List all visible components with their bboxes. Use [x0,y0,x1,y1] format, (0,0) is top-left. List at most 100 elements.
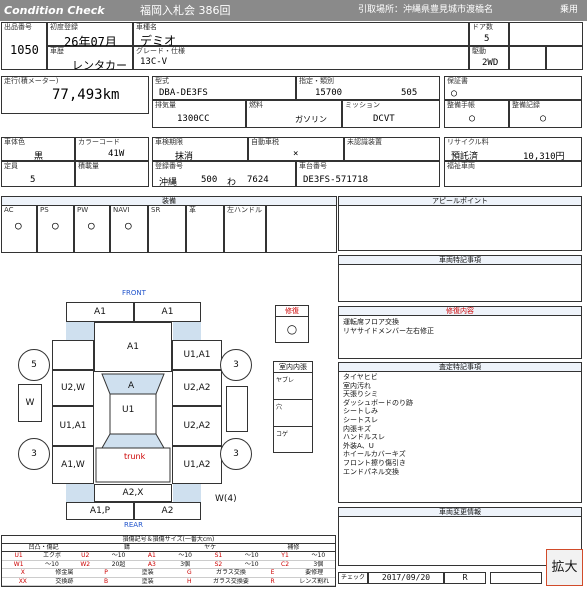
model-box: 型式 DBA-DE3FS [152,76,296,100]
equipment-ac-cell: AC ○ [1,205,37,253]
equipment-ps-cell: PS ○ [37,205,74,253]
legend-col: 補修 [287,544,300,551]
equipment-name: PW [77,206,89,214]
right-rear-fender: U1,A2 [172,446,222,484]
equipment-name: SR [151,206,161,214]
warranty-box: 保証書 ○ [444,76,582,100]
special-title: 車両特記事項 [338,255,582,264]
change-title: 車両変更情報 [338,507,582,516]
capacity-box: 定員 5 [1,161,75,187]
blank-box-3 [546,46,583,70]
assessment-box: タイヤヒビ 室内汚れ 天張りシミ ダッシュボードのり跡 シートしみ シートスレ … [338,371,582,503]
fuel-box: 燃料 ガソリン [246,100,342,128]
transmission-box: ミッション DCVT [342,100,440,128]
equipment-左ハンドル-cell: 左ハンドル [224,205,266,253]
plate-number: 7624 [247,175,269,185]
interior-tear: ヤブレ [274,373,312,400]
legend-col: ヤケ [204,544,217,551]
legend-cell: 3個 [313,560,324,568]
right-front-fender: U1,A1 [172,340,222,370]
legend-cell: 〜10 [311,552,326,559]
legend-cell: A3 [147,560,156,568]
front-bumper-right: A1 [134,302,201,322]
title-bar: Condition Check 福岡入札会 386回 引取場所：沖縄県豊見城市渡… [0,0,587,21]
right-side-box [226,386,248,432]
repair-text: 運転席フロア交換 リヤサイドメンバー左右修正 [343,318,434,335]
legend-cell: XX [18,577,27,585]
legend-row: X 修金属 P 塗装 G ガラス交換 E 要修理 [2,569,335,578]
interior-burn: コゲ [276,431,289,438]
spare-tire-count: (4) [223,494,237,504]
equipment-pw-cell: PW ○ [74,205,110,253]
check-label: チェック [338,572,368,584]
maintenance-book-box: 整備手帳 ○ [444,100,509,128]
mileage: 77,493km [52,87,120,103]
special-box [338,264,582,302]
spare-tire: W(4) [215,489,249,511]
warranty-mark: ○ [451,88,458,99]
left-mirror-box: W [18,384,42,422]
blank-box-1 [509,22,583,46]
legend-cell: 修金属 [55,569,74,576]
rear-panel: A2,X [94,484,172,502]
drive-box: 駆動 2WD [469,46,509,70]
recycle-box: リサイクル料 預託済 10,310円 [444,137,582,162]
legend-cell: U2 [81,552,90,559]
usage-type: レンタカー [72,59,127,72]
legend-cell: 20超 [111,560,126,568]
interior-label: 室内内張 [274,362,312,373]
repair-mark-box: 修復 ○ [275,305,309,343]
designation-number: 15700 [315,88,343,98]
pickup-location: 引取場所：沖縄県豊見城市渡橋名 [358,5,494,15]
welfare-box: 福祉車両 [444,161,582,187]
car-name-box: 車種名 デミオ [133,22,469,48]
legend-cell: 〜10 [244,560,259,568]
zoom-button[interactable]: 拡大 [546,549,583,586]
legend-cell: 要修理 [305,569,324,576]
tire-rear-left: 3 [18,438,50,470]
tire-front-right: 3 [220,349,252,381]
legend-cell: U1 [14,552,23,559]
legend-cell: 3個 [180,560,191,568]
legend-cell: レンズ割れ [299,577,330,585]
legend-cell: 〜10 [178,552,192,559]
mileage-box: 走行(積メーター) 77,493km [1,76,149,114]
legend-cell: X [20,569,25,576]
lot-number: 1050 [10,43,39,57]
legend-cell: ガラス交換 [215,569,246,576]
front-label: FRONT [122,289,146,297]
legend-cell: エクボ [42,552,61,559]
blank-box-2 [509,46,546,70]
legend-cell: 〜10 [111,552,126,559]
legend-cell: A1 [147,552,156,559]
equipment-title: 装備 [1,196,337,205]
equipment-name: NAVI [113,206,130,214]
plate-class: 500 [201,175,218,185]
legend-header: 凹凸・傷記 錆 ヤケ 補修 [2,544,335,552]
repair-box: 運転席フロア交換 リヤサイドメンバー左右修正 [338,315,582,359]
check-blank [490,572,542,584]
trunk-label: trunk [124,452,146,461]
vehicle-category: 乗用 [560,5,579,15]
plate-area: 沖縄 [159,178,178,188]
legend-cell: B [104,577,109,585]
repair-mark: ○ [286,322,298,336]
legend-col: 錆 [123,544,130,551]
auction-title: 福岡入札会 386回 [140,4,231,17]
chassis-box: 車台番号 DE3FS-571718 [296,161,440,187]
legend-cell: W2 [80,560,91,568]
legend-cell: ガラス交換要す [212,577,249,585]
check-date: 2017/09/20 [368,572,444,584]
color-code-box: カラーコード 41W [75,137,149,161]
equipment-blank-cell [266,205,337,253]
brand-title: Condition Check [4,4,105,17]
legend-body: 凹凸・傷記 錆 ヤケ 補修 U1 エクボ U2 〜10 A1 〜10 S1 〜10 Y1 〜10 W1 〜10… [2,544,335,586]
lot-number-box: 出品番号 1050 [1,22,47,70]
legend-cell: G [186,569,192,576]
legend-cell: E [270,569,275,576]
designation-box: 指定・類別 15700 505 [296,76,440,100]
check-rank: R [444,572,486,584]
rear-label: REAR [124,521,143,529]
left-front-door: U2,W [52,370,94,406]
plate-kana: わ [227,178,237,188]
